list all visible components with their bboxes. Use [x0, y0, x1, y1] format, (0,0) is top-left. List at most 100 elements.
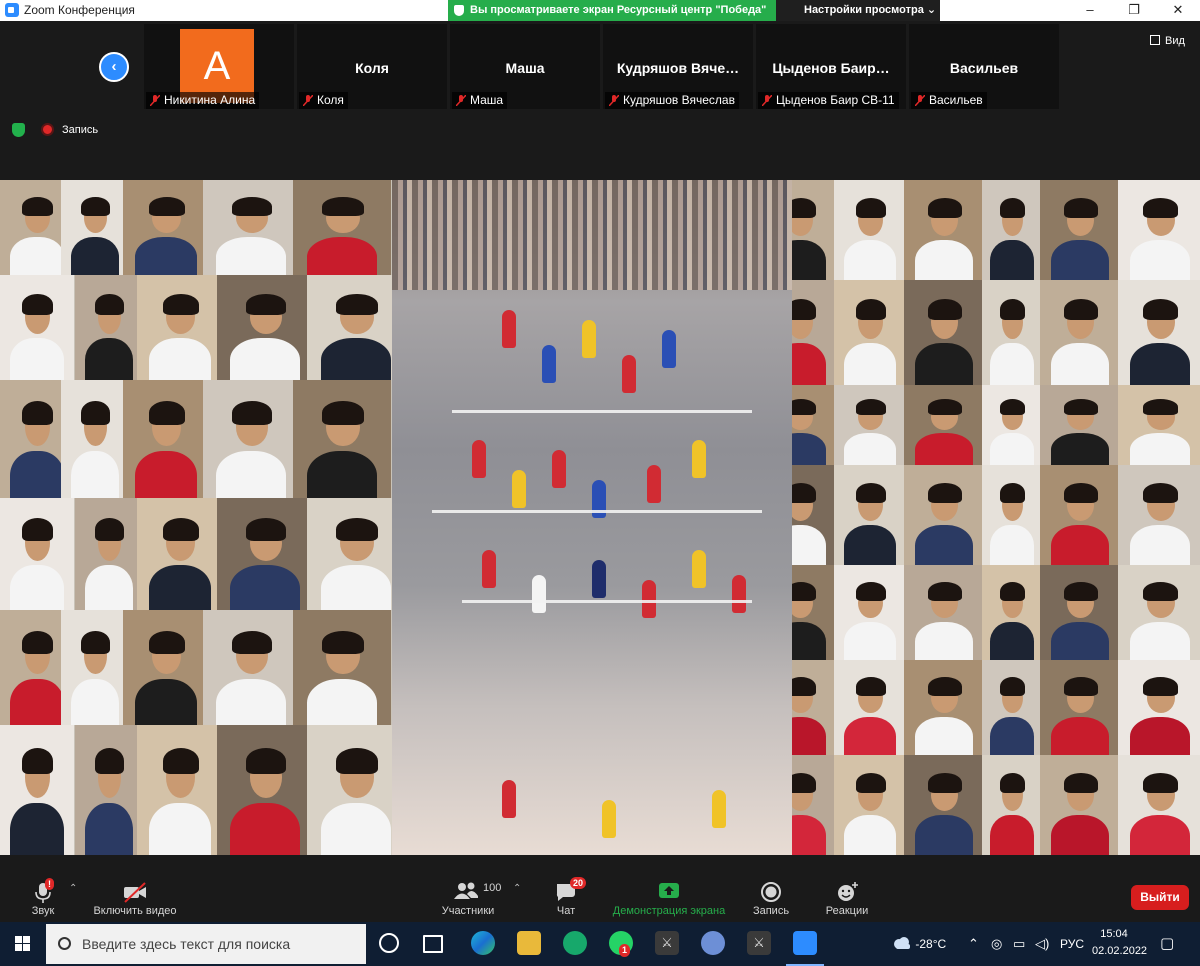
zoom-app-icon — [5, 3, 19, 17]
participant-label: Кудряшов Вячеслав — [605, 92, 739, 109]
participant-name: Никитина Алина — [164, 93, 256, 107]
participant-tile[interactable]: A Никитина Алина — [144, 24, 294, 109]
participant-display-name: Цыденов Баир… — [772, 60, 890, 76]
participant-tile[interactable]: Васильев Васильев — [909, 24, 1059, 109]
whatsapp-unread-badge: 1 — [619, 944, 631, 957]
volume-icon[interactable]: ◁) — [1035, 922, 1049, 966]
app-icon[interactable] — [563, 931, 587, 955]
performer-hair — [148, 197, 185, 217]
close-window-button[interactable]: ✕ — [1156, 0, 1200, 21]
performer-figure — [990, 525, 1034, 565]
cortana-icon[interactable] — [379, 933, 399, 953]
performer-figure — [844, 240, 896, 280]
notifications-icon[interactable]: ▢ — [1160, 922, 1174, 966]
chat-unread-badge: 20 — [570, 877, 587, 889]
edge-browser-icon[interactable] — [471, 931, 495, 955]
performer-figure — [1051, 717, 1109, 755]
view-layout-button[interactable]: Вид — [1150, 35, 1185, 47]
performer-video-cell — [293, 610, 391, 725]
performer-video-cell — [137, 725, 223, 855]
participant-label: Маша — [452, 92, 508, 109]
performer-figure — [70, 679, 120, 725]
dancer-figure — [622, 355, 636, 393]
dancer-figure — [502, 780, 516, 818]
performer-video-cell — [0, 725, 74, 855]
location-icon: ◎ — [991, 936, 1003, 951]
audio-label: Звук — [31, 905, 55, 917]
performer-hair — [1000, 582, 1026, 602]
performer-video-cell — [834, 465, 906, 565]
performer-figure — [915, 525, 973, 565]
reactions-button[interactable]: Реакции — [820, 877, 874, 922]
performer-video-cell — [123, 180, 209, 275]
record-button[interactable]: Запись — [748, 877, 794, 922]
paint-icon[interactable] — [701, 931, 725, 955]
performer-figure — [230, 338, 300, 380]
performer-hair — [95, 748, 124, 775]
taskbar-search-input[interactable]: Введите здесь текст для поиска — [46, 924, 366, 964]
performer-hair — [855, 773, 886, 793]
view-options-button[interactable]: Настройки просмотра ⌄ — [776, 0, 940, 21]
security-shield-icon[interactable] — [12, 123, 25, 137]
start-video-button[interactable]: Включить видео — [88, 877, 182, 922]
performer-hair — [22, 518, 54, 541]
performer-figure — [1129, 815, 1191, 855]
record-icon — [761, 882, 781, 902]
clock-date: 02.02.2022 — [1092, 945, 1148, 957]
performer-figure — [70, 237, 120, 275]
performer-video-cell — [203, 180, 299, 275]
performer-video-cell — [982, 565, 1042, 660]
weather-widget[interactable]: -28°C — [892, 922, 946, 966]
maximize-button[interactable]: ❐ — [1112, 0, 1156, 21]
performer-figure — [306, 679, 378, 725]
participants-button[interactable]: 100 Участники — [438, 877, 502, 922]
performer-figure — [990, 240, 1034, 280]
performer-hair — [22, 748, 54, 775]
minimize-button[interactable]: – — [1068, 0, 1112, 21]
performer-video-cell — [982, 385, 1042, 465]
muted-mic-icon — [303, 95, 313, 106]
participant-tile[interactable]: Коля Коля — [297, 24, 447, 109]
show-hidden-icons-chevron-icon[interactable]: ⌃ — [968, 922, 979, 966]
track-lane-line — [452, 410, 752, 413]
reactions-label: Реакции — [825, 905, 869, 917]
participants-options-caret-icon[interactable]: ⌃ — [513, 883, 521, 894]
system-clock[interactable]: 15:04 02.02.2022 — [1092, 926, 1148, 960]
windows-start-icon[interactable] — [0, 922, 46, 966]
game-launcher-icon[interactable]: ⚔ — [747, 931, 771, 955]
performer-video-cell — [1118, 660, 1200, 755]
performer-hair — [1000, 483, 1026, 503]
active-app-indicator — [786, 922, 824, 966]
taskbar-search-placeholder: Введите здесь текст для поиска — [82, 936, 291, 952]
leave-meeting-button[interactable]: Выйти — [1131, 885, 1189, 910]
performer-hair — [1064, 677, 1098, 697]
participant-tile[interactable]: Маша Маша — [450, 24, 600, 109]
file-explorer-icon[interactable] — [517, 931, 541, 955]
window-title: Zoom Конференция — [24, 3, 135, 17]
chat-button[interactable]: 20 Чат — [548, 877, 587, 922]
performer-figure — [216, 450, 286, 498]
muted-mic-icon — [609, 95, 619, 106]
chat-label: Чат — [556, 905, 576, 917]
performer-hair — [1064, 773, 1098, 793]
clock-time: 15:04 — [1100, 928, 1128, 940]
network-icon[interactable]: ▭ — [1013, 922, 1025, 966]
performer-figure — [990, 717, 1034, 755]
shared-screen-content — [0, 180, 1200, 855]
task-view-icon[interactable] — [423, 935, 443, 953]
previous-page-button[interactable]: ‹ — [99, 52, 129, 82]
performer-hair — [855, 677, 886, 697]
share-screen-button[interactable]: Демонстрация экрана — [608, 877, 730, 922]
audio-options-caret-icon[interactable]: ⌃ — [69, 883, 77, 894]
recording-icon[interactable] — [41, 123, 54, 136]
input-language-indicator[interactable]: РУС — [1060, 922, 1084, 966]
participant-tile[interactable]: Кудряшов Вяче… Кудряшов Вячеслав — [603, 24, 753, 109]
windows-taskbar: Введите здесь текст для поиска 1 ⚔ ⚔ -28… — [0, 922, 1200, 966]
audio-button[interactable]: ! Звук — [20, 877, 66, 922]
performer-figure — [844, 433, 896, 465]
performer-video-cell — [137, 498, 223, 610]
game-launcher-icon[interactable]: ⚔ — [655, 931, 679, 955]
performer-video-cell — [982, 180, 1042, 280]
participant-tile[interactable]: Цыденов Баир… Цыденов Баир СВ-11 — [756, 24, 906, 109]
performer-hair — [336, 748, 378, 775]
